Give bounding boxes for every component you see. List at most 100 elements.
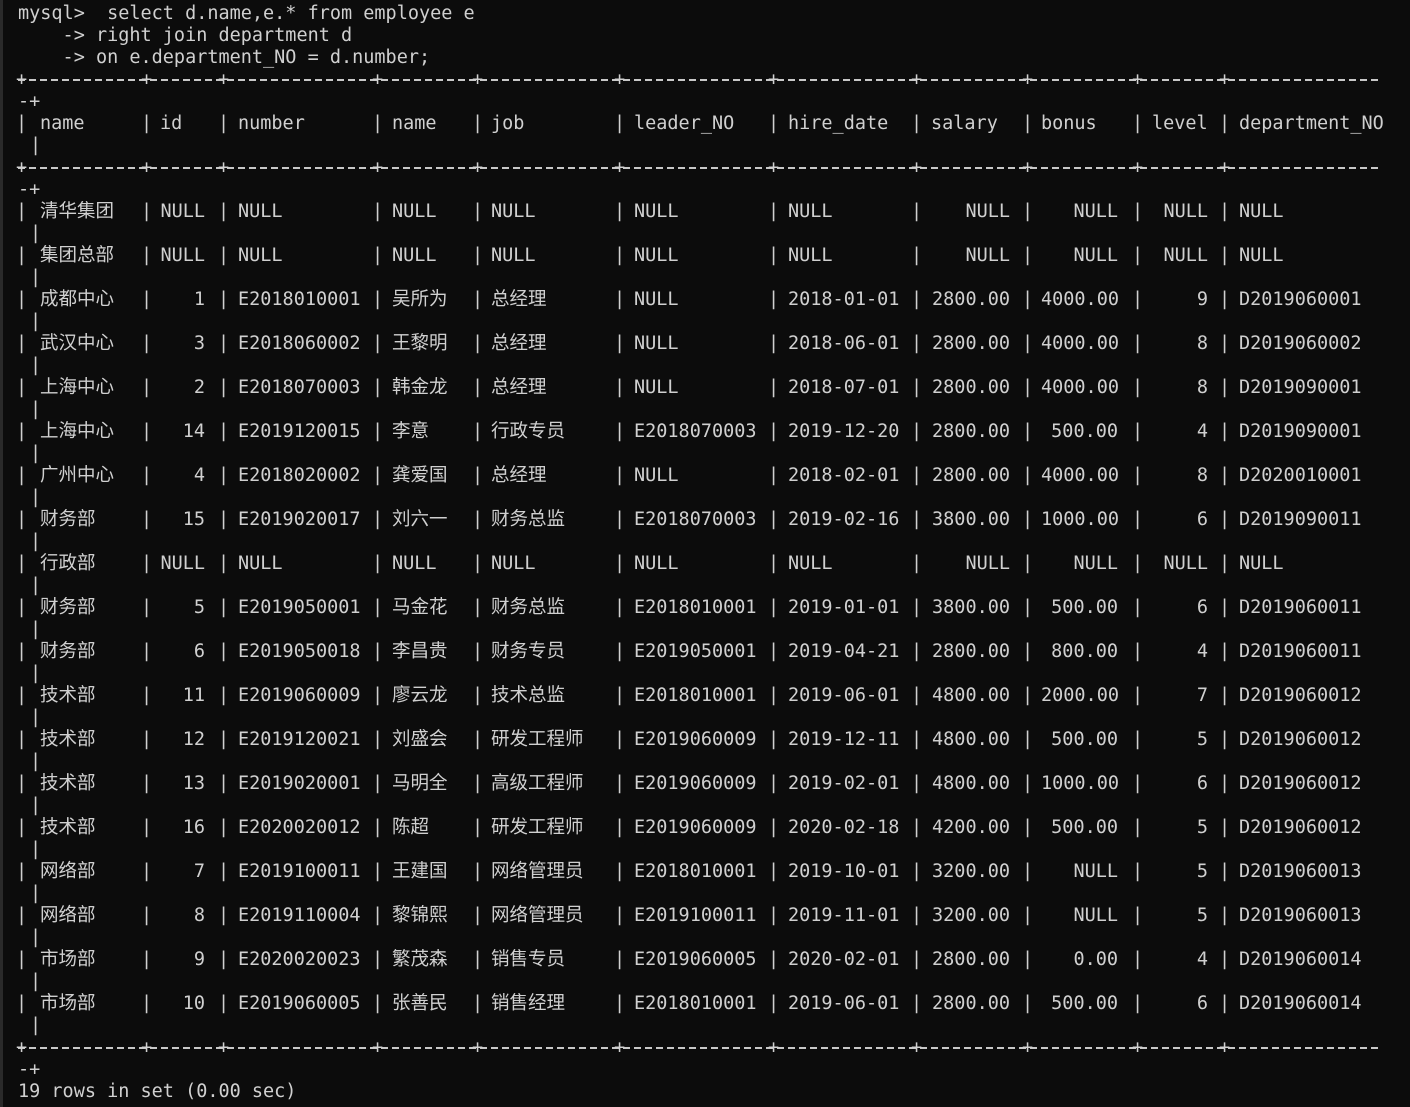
table-cell: NULL bbox=[1163, 553, 1208, 574]
table-cell: 2 bbox=[193, 377, 205, 398]
column-header: name bbox=[40, 113, 85, 134]
column-bar: | bbox=[141, 113, 153, 134]
table-cell: 财务总监 bbox=[491, 597, 566, 618]
column-bar: | bbox=[614, 553, 626, 574]
separator-plus: + bbox=[372, 157, 384, 178]
column-bar: | bbox=[1219, 553, 1231, 574]
column-bar: | bbox=[1022, 773, 1034, 794]
column-bar: | bbox=[1219, 861, 1231, 882]
table-cell: NULL bbox=[1163, 245, 1208, 266]
column-bar: | bbox=[911, 949, 923, 970]
column-bar: | bbox=[1219, 773, 1231, 794]
table-cell: E2019020017 bbox=[238, 509, 361, 530]
column-bar: | bbox=[614, 245, 626, 266]
table-cell: 4 bbox=[1196, 949, 1208, 970]
table-cell: 1000.00 bbox=[1041, 509, 1119, 530]
table-cell: 2019-02-16 bbox=[788, 509, 900, 530]
wrapped-bar: | bbox=[30, 355, 42, 376]
separator-plus: + bbox=[1219, 157, 1231, 178]
table-cell: 2019-12-11 bbox=[788, 729, 900, 750]
table-row: | | | | | | | | | | | 财务部 15 E2019020017 刘六一 财务总监 E20180… bbox=[0, 509, 1410, 553]
column-bar: | bbox=[1219, 597, 1231, 618]
column-bar: | bbox=[472, 773, 484, 794]
column-bar: | bbox=[372, 465, 384, 486]
column-bar: | bbox=[372, 773, 384, 794]
wrapped-bar: | bbox=[30, 223, 42, 244]
table-cell: NULL bbox=[392, 553, 437, 574]
table-cell: 11 bbox=[182, 685, 205, 706]
column-bar: | bbox=[16, 861, 28, 882]
column-bar: | bbox=[372, 553, 384, 574]
table-cell: NULL bbox=[392, 201, 437, 222]
separator-plus: + bbox=[1022, 1037, 1034, 1058]
table-cell: 总经理 bbox=[491, 465, 547, 486]
table-cell: 网络管理员 bbox=[491, 905, 584, 926]
table-cell: 3800.00 bbox=[932, 597, 1010, 618]
column-bar: | bbox=[218, 597, 230, 618]
separator-plus: + bbox=[614, 157, 626, 178]
column-bar: | bbox=[16, 377, 28, 398]
column-bar: | bbox=[16, 465, 28, 486]
separator-plus: + bbox=[1022, 69, 1034, 90]
column-bar: | bbox=[1132, 685, 1144, 706]
table-cell: NULL bbox=[788, 553, 833, 574]
table-cell: 总经理 bbox=[491, 289, 547, 310]
table-cell: 2800.00 bbox=[932, 465, 1010, 486]
wrapped-bar: | bbox=[30, 663, 42, 684]
table-cell: E2019060009 bbox=[634, 729, 757, 750]
table-cell: E2019060005 bbox=[238, 993, 361, 1014]
separator-plus: + bbox=[218, 69, 230, 90]
column-header: salary bbox=[931, 113, 998, 134]
table-cell: D2019060014 bbox=[1239, 949, 1362, 970]
table-cell: 繁茂森 bbox=[392, 949, 448, 970]
column-bar: | bbox=[218, 905, 230, 926]
table-cell: 清华集团 bbox=[40, 201, 115, 222]
table-cell: NULL bbox=[634, 333, 679, 354]
table-cell: NULL bbox=[160, 245, 205, 266]
column-bar: | bbox=[911, 685, 923, 706]
table-cell: 4000.00 bbox=[1041, 377, 1119, 398]
column-bar: | bbox=[472, 289, 484, 310]
table-cell: 2019-04-21 bbox=[788, 641, 900, 662]
separator-plus: + bbox=[768, 69, 780, 90]
separator-plus: + bbox=[1219, 1037, 1231, 1058]
table-cell: NULL bbox=[634, 201, 679, 222]
table-cell: E2019050001 bbox=[238, 597, 361, 618]
column-bar: | bbox=[141, 685, 153, 706]
column-bar: | bbox=[472, 113, 484, 134]
column-bar: | bbox=[911, 509, 923, 530]
wrapped-bar: | bbox=[30, 135, 42, 156]
column-bar: | bbox=[911, 641, 923, 662]
table-cell: 武汉中心 bbox=[40, 333, 115, 354]
table-row: | | | | | | | | | | | 成都中心 1 E2018010001 吴所为 总经理 NULL 201… bbox=[0, 289, 1410, 333]
table-cell: D2019060014 bbox=[1239, 993, 1362, 1014]
table-cell: NULL bbox=[491, 201, 536, 222]
column-bar: | bbox=[768, 201, 780, 222]
table-row: | | | | | | | | | | | 财务部 6 E2019050018 李昌贵 财务专员 E201905… bbox=[0, 641, 1410, 685]
table-cell: E2019060009 bbox=[634, 817, 757, 838]
table-cell: NULL bbox=[1073, 861, 1118, 882]
column-bar: | bbox=[218, 289, 230, 310]
table-cell: 2018-07-01 bbox=[788, 377, 900, 398]
wrap-fragment: -+ bbox=[18, 1059, 41, 1080]
table-cell: 500.00 bbox=[1051, 421, 1118, 442]
table-cell: 销售专员 bbox=[491, 949, 566, 970]
table-cell: D2019060012 bbox=[1239, 817, 1362, 838]
column-bar: | bbox=[1132, 993, 1144, 1014]
column-bar: | bbox=[911, 289, 923, 310]
table-cell: D2019060011 bbox=[1239, 597, 1362, 618]
table-cell: 4 bbox=[193, 465, 205, 486]
table-cell: 500.00 bbox=[1051, 817, 1118, 838]
table-cell: 8 bbox=[1196, 377, 1208, 398]
column-bar: | bbox=[141, 201, 153, 222]
separator-plus: + bbox=[768, 1037, 780, 1058]
table-row: | | | | | | | | | | | 广州中心 4 E2018020002 龚爱国 总经理 NULL 201… bbox=[0, 465, 1410, 509]
column-bar: | bbox=[1132, 421, 1144, 442]
wrapped-bar: | bbox=[30, 487, 42, 508]
table-cell: D2020010001 bbox=[1239, 465, 1362, 486]
table-cell: 5 bbox=[1196, 817, 1208, 838]
column-bar: | bbox=[218, 817, 230, 838]
column-bar: | bbox=[614, 333, 626, 354]
table-cell: 4000.00 bbox=[1041, 333, 1119, 354]
column-bar: | bbox=[614, 641, 626, 662]
